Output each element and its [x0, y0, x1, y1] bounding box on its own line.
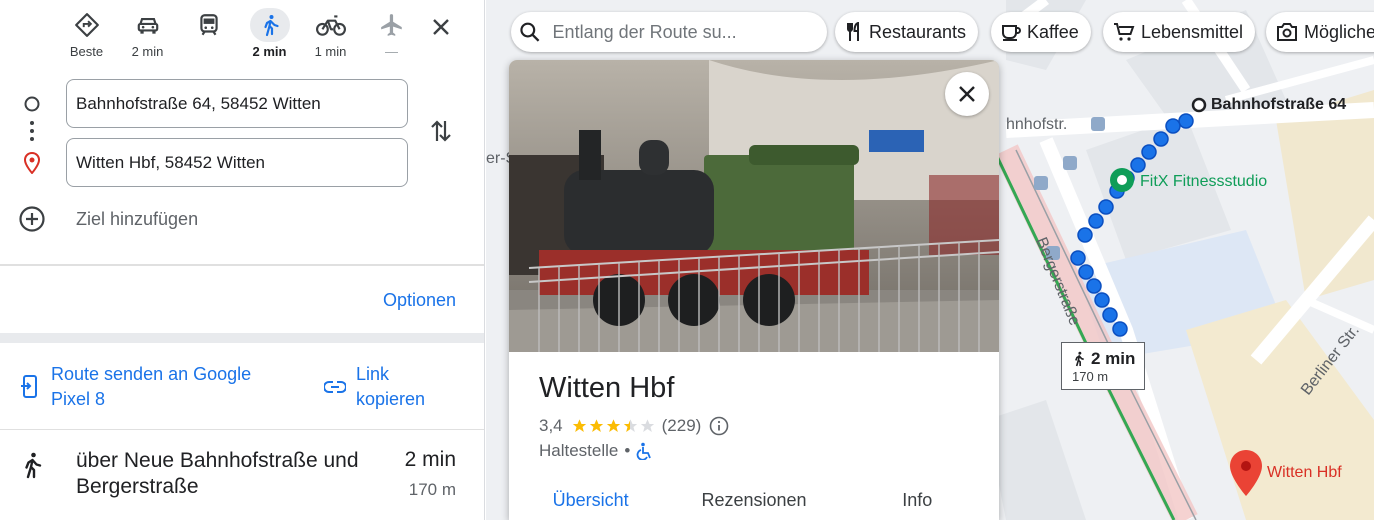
route-duration: 2 min [404, 448, 456, 471]
walk-icon [25, 452, 42, 479]
coffee-icon [1002, 25, 1021, 41]
place-title: Witten Hbf [539, 372, 675, 404]
send-to-phone-label: Route senden an Google Pixel 8 [51, 364, 252, 409]
add-circle-icon [19, 206, 45, 232]
tooltip-duration: 2 min [1091, 349, 1136, 368]
chip-coffee[interactable]: Kaffee [991, 12, 1091, 52]
travel-mode-bar: Beste 2 min 2 min 1 min — [56, 8, 422, 66]
mode-transit[interactable] [178, 8, 239, 66]
chip-label: Restaurants [869, 21, 967, 42]
half-star-icon [623, 419, 637, 432]
rating-value: 3,4 [539, 416, 563, 435]
mode-walk[interactable]: 2 min [239, 8, 300, 66]
options-button[interactable]: Optionen [383, 290, 456, 311]
review-count[interactable]: (229) [662, 416, 702, 436]
restaurant-icon [847, 22, 859, 41]
walk-icon [249, 8, 290, 42]
mode-label: — [385, 44, 398, 59]
search-icon [520, 22, 540, 42]
mode-label: 2 min [252, 44, 287, 59]
origin-input[interactable] [66, 79, 408, 128]
close-directions-button[interactable] [424, 10, 458, 44]
chip-label: Kaffee [1027, 21, 1079, 42]
gym-map-label: FitX Fitnessstudio [1140, 173, 1268, 190]
mode-label: Beste [69, 44, 104, 59]
directions-panel: Beste 2 min 2 min 1 min — Bahnhofstraße … [0, 0, 485, 520]
place-photo[interactable] [509, 60, 999, 352]
car-icon [128, 8, 168, 42]
chip-label: Lebensmittel [1141, 21, 1244, 42]
vertical-dots-icon [30, 121, 34, 141]
best-route-icon [67, 8, 107, 42]
star-icon [606, 419, 620, 432]
route-search-input[interactable] [552, 21, 815, 43]
mode-best[interactable]: Beste [56, 8, 117, 66]
copy-link-button[interactable]: Link kopieren [324, 362, 446, 412]
route-duration-tooltip[interactable]: 2 min 170 m [1061, 342, 1145, 390]
place-card: Witten Hbf 3,4 (229) Haltestelle • Übers… [509, 60, 999, 520]
street-label: hnhofstr. [1006, 116, 1068, 133]
tab-reviews[interactable]: Rezensionen [672, 478, 835, 520]
wheelchair-icon [637, 442, 652, 460]
tab-overview[interactable]: Übersicht [509, 478, 672, 520]
close-icon [959, 86, 975, 102]
chip-groceries[interactable]: Lebensmittel [1103, 12, 1256, 52]
link-icon [324, 381, 346, 393]
add-destination-label: Ziel hinzufügen [76, 208, 199, 229]
mode-bicycle[interactable]: 1 min [300, 8, 361, 66]
tooltip-distance: 170 m [1072, 369, 1109, 384]
copy-link-label: Link kopieren [356, 364, 426, 409]
flight-icon [372, 8, 412, 42]
divider [0, 264, 484, 266]
place-tabs: Übersicht Rezensionen Info [509, 478, 999, 520]
chip-restaurants[interactable]: Restaurants [835, 12, 979, 52]
place-rating: 3,4 (229) [539, 416, 729, 436]
chip-attractions[interactable]: Mögliche [1266, 12, 1374, 52]
star-icon [589, 419, 603, 432]
route-distance: 170 m [408, 480, 456, 499]
send-to-phone-icon [21, 375, 37, 398]
route-option[interactable]: über Neue Bahnhofstraße und Bergerstraße… [0, 440, 484, 520]
mode-car[interactable]: 2 min [117, 8, 178, 66]
rating-stars [571, 418, 656, 434]
place-type-label: Haltestelle [539, 441, 619, 460]
mode-flight[interactable]: — [361, 8, 422, 66]
tab-info[interactable]: Info [836, 478, 999, 520]
origin-circle-icon [24, 96, 40, 112]
camera-icon [1277, 23, 1297, 41]
place-type: Haltestelle • [539, 441, 652, 461]
star-empty-icon [640, 419, 654, 432]
separator-dot: • [624, 441, 631, 460]
transit-icon [189, 8, 229, 42]
close-place-card-button[interactable] [945, 72, 989, 116]
destination-pin-icon [23, 152, 41, 174]
walk-icon [1075, 351, 1084, 367]
origin-map-label: Bahnhofstraße 64 [1211, 96, 1347, 113]
swap-arrows-icon [431, 120, 451, 142]
add-destination-button[interactable]: Ziel hinzufügen [18, 205, 198, 233]
route-via: über Neue Bahnhofstraße und Bergerstraße [76, 449, 359, 498]
divider [0, 333, 484, 343]
chip-label: Mögliche [1304, 21, 1374, 42]
locomotive-photo [509, 60, 999, 352]
star-icon [572, 419, 586, 432]
route-search-box[interactable] [511, 12, 827, 52]
cart-icon [1114, 23, 1135, 41]
swap-waypoints-button[interactable] [426, 114, 456, 148]
info-icon[interactable] [709, 416, 729, 436]
send-to-phone-button[interactable]: Route senden an Google Pixel 8 [20, 362, 271, 412]
divider [0, 429, 484, 430]
bicycle-icon [311, 8, 351, 42]
origin-marker [1191, 97, 1207, 113]
mode-label: 2 min [131, 44, 164, 59]
mode-label: 1 min [314, 44, 347, 59]
destination-input[interactable] [66, 138, 408, 187]
destination-map-label: Witten Hbf [1267, 464, 1342, 481]
close-icon [433, 19, 449, 35]
